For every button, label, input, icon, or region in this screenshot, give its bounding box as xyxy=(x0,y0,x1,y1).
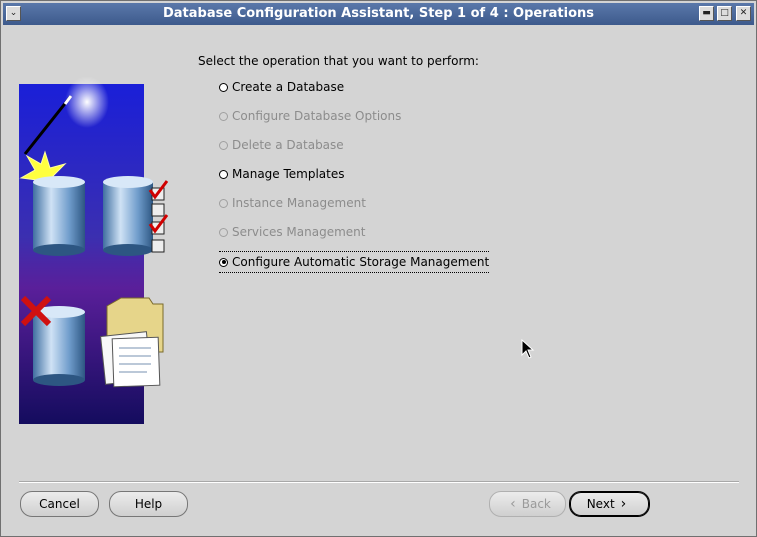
radio-button[interactable] xyxy=(219,198,228,208)
footer-separator xyxy=(19,481,739,483)
folder-documents xyxy=(100,297,164,388)
chevron-right-icon: › xyxy=(620,496,627,512)
back-button[interactable]: ‹ Back xyxy=(489,491,566,517)
radio-button-selected[interactable] xyxy=(219,257,228,267)
cancel-button[interactable]: Cancel xyxy=(20,491,99,517)
radio-button[interactable] xyxy=(219,140,228,150)
option-delete-database[interactable]: Delete a Database xyxy=(219,136,344,154)
radio-button[interactable] xyxy=(219,82,228,92)
mouse-pointer-icon xyxy=(521,339,535,359)
database-cylinder-2 xyxy=(103,176,169,256)
window-title: Database Configuration Assistant, Step 1… xyxy=(162,6,594,21)
option-configure-asm[interactable]: Configure Automatic Storage Management xyxy=(219,251,490,273)
help-button[interactable]: Help xyxy=(109,491,188,517)
close-button[interactable]: ✕ xyxy=(736,6,751,21)
next-button[interactable]: Next › xyxy=(569,491,650,517)
chevron-left-icon: ‹ xyxy=(510,496,516,512)
dialog-window: ⌄ Database Configuration Assistant, Step… xyxy=(0,0,757,537)
title-bar[interactable]: ⌄ Database Configuration Assistant, Step… xyxy=(3,3,754,25)
option-instance-management[interactable]: Instance Management xyxy=(219,194,366,212)
radio-button[interactable] xyxy=(219,169,228,179)
wizard-illustration xyxy=(19,76,169,424)
radio-button[interactable] xyxy=(219,111,228,121)
maximize-icon: □ xyxy=(720,8,729,18)
option-manage-templates[interactable]: Manage Templates xyxy=(219,165,345,183)
option-services-management[interactable]: Services Management xyxy=(219,223,365,241)
minimize-icon: ▬ xyxy=(702,8,711,18)
maximize-button[interactable]: □ xyxy=(717,6,732,21)
option-create-database[interactable]: Create a Database xyxy=(219,78,344,96)
radio-button[interactable] xyxy=(219,227,228,237)
instruction-label: Select the operation that you want to pe… xyxy=(198,54,479,68)
close-icon: ✕ xyxy=(739,8,748,18)
option-configure-database-options[interactable]: Configure Database Options xyxy=(219,107,401,125)
database-cylinder-1 xyxy=(33,176,85,256)
minimize-button[interactable]: ▬ xyxy=(699,6,714,21)
